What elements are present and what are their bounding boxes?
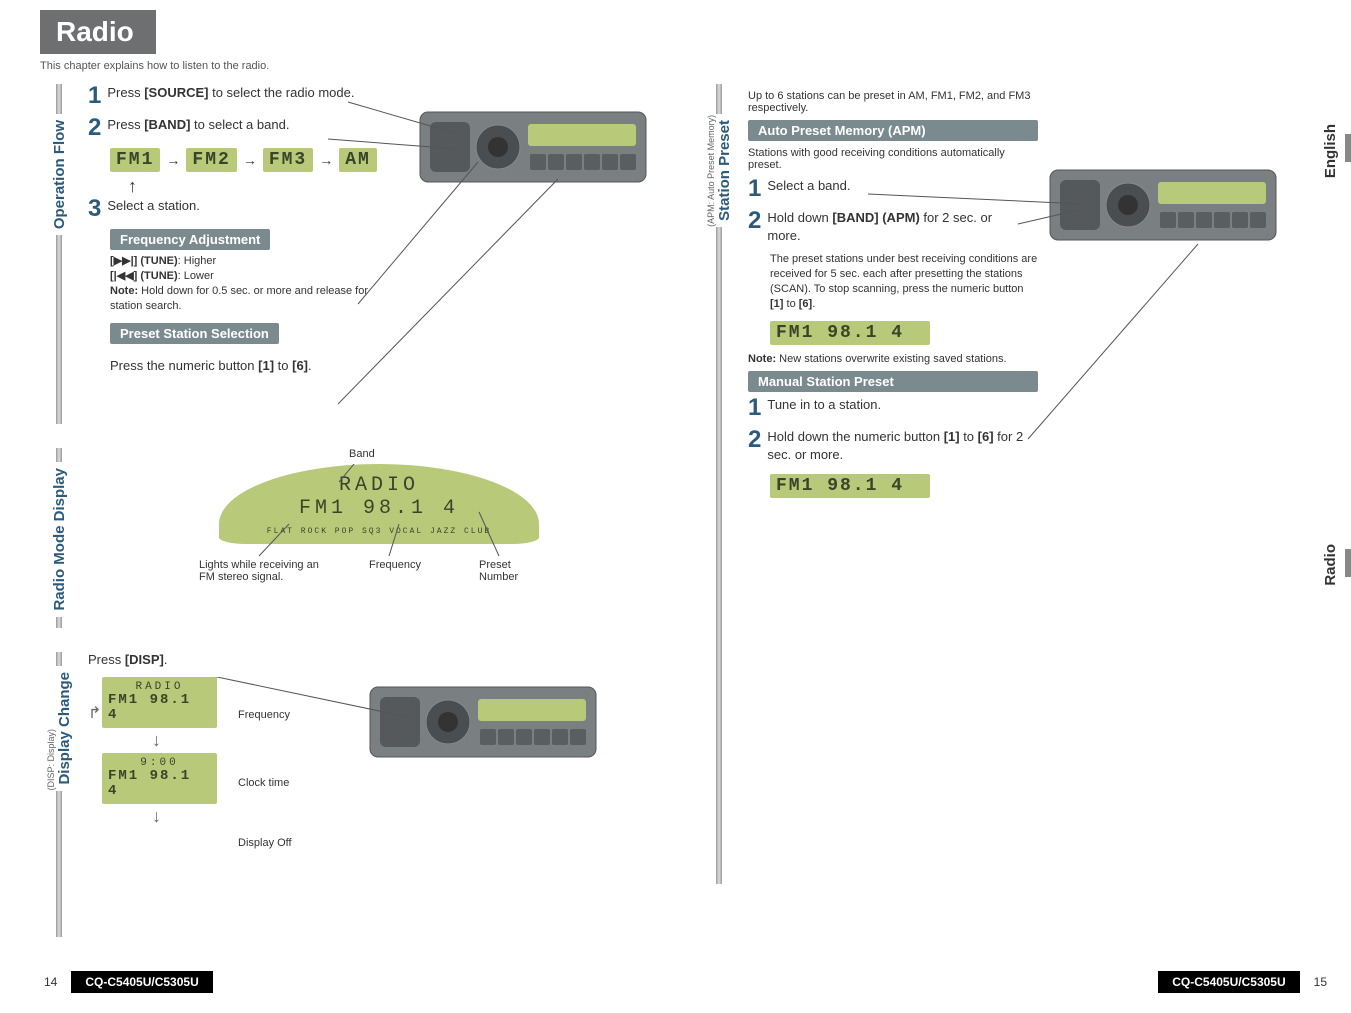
step1-text: Press [SOURCE] to select the radio mode. (107, 84, 354, 102)
step-number: 2 (748, 209, 761, 233)
callout-stereo: Lights while receiving an FM stereo sign… (199, 559, 329, 583)
tab-display-change: Display Change (56, 666, 73, 791)
tab-radio-mode-display: Radio Mode Display (51, 462, 68, 617)
tab-station-preset: Station Preset (716, 114, 733, 227)
band-fm3: FM3 (263, 148, 313, 172)
step-number: 1 (88, 84, 101, 108)
car-stereo-illustration (418, 92, 648, 202)
page-title: Radio (40, 10, 156, 54)
disp-state-frequency: RADIO FM1 98.1 4 (102, 677, 217, 728)
band-fm2: FM2 (186, 148, 236, 172)
tab-display-change-sub: (DISP: Display) (46, 666, 56, 791)
band-fm1: FM1 (110, 148, 160, 172)
page-number-left: 14 (44, 975, 57, 989)
arrow-icon: → (166, 152, 180, 168)
preset-selection-body: Press the numeric button [1] to [6]. (110, 358, 670, 373)
label-frequency: Frequency (238, 709, 290, 721)
apm-step2: Hold down [BAND] (APM) for 2 sec. or mor… (767, 209, 1017, 244)
page-number-right: 15 (1314, 975, 1327, 989)
callout-band: Band (349, 448, 375, 460)
arrow-icon: → (243, 152, 257, 168)
radio-mode-lcd: RADIO FM1 98.1 4 FLAT ROCK POP SQ3 VOCAL… (219, 464, 539, 544)
side-tab-marker (1345, 134, 1351, 162)
callout-frequency: Frequency (369, 559, 421, 571)
apm-intro: Stations with good receiving conditions … (748, 147, 1038, 171)
tab-station-preset-sub: (APM: Auto Preset Memory) (706, 114, 716, 227)
tab-operation-flow: Operation Flow (51, 114, 68, 235)
apm-lcd: FM1 98.1 4 (770, 321, 930, 345)
callout-preset-number: Preset Number (479, 559, 539, 583)
loop-indicator-icon: ↱ (88, 703, 101, 723)
step2-text: Press [BAND] to select a band. (107, 116, 289, 134)
step-number: 2 (88, 116, 101, 140)
press-disp-text: Press [DISP]. (88, 652, 670, 667)
apm-step1: Select a band. (767, 177, 850, 195)
preset-intro: Up to 6 stations can be preset in AM, FM… (748, 90, 1048, 114)
manual-lcd: FM1 98.1 4 (770, 474, 930, 498)
freq-adjustment-head: Frequency Adjustment (110, 229, 270, 250)
side-tab-marker (1345, 549, 1351, 577)
arrow-icon: → (319, 152, 333, 168)
model-badge: CQ-C5405U/C5305U (1158, 971, 1299, 993)
manual-preset-head: Manual Station Preset (748, 371, 1038, 392)
overwrite-note: Note: New stations overwrite existing sa… (748, 353, 1331, 365)
down-arrow-icon: ↓ (152, 806, 670, 827)
disp-state-clock: 9:00 FM1 98.1 4 (102, 753, 217, 804)
step3-text: Select a station. (107, 197, 200, 215)
step-number: 1 (748, 177, 761, 201)
preset-selection-head: Preset Station Selection (110, 323, 279, 344)
side-label-english: English (1322, 124, 1339, 178)
step-number: 1 (748, 396, 761, 420)
band-am: AM (339, 148, 377, 172)
manual-step1: Tune in to a station. (767, 396, 881, 414)
step-number: 2 (748, 428, 761, 452)
car-stereo-illustration (368, 667, 598, 777)
label-display-off: Display Off (238, 837, 292, 849)
manual-step2: Hold down the numeric button [1] to [6] … (767, 428, 1027, 463)
side-label-radio: Radio (1322, 544, 1339, 586)
model-badge: CQ-C5405U/C5305U (71, 971, 212, 993)
apm-scan-note: The preset stations under best receiving… (770, 252, 1040, 311)
apm-head: Auto Preset Memory (APM) (748, 120, 1038, 141)
freq-adj-body: [▶▶|] (TUNE): Higher [|◀◀] (TUNE): Lower… (110, 254, 370, 313)
label-clock: Clock time (238, 777, 289, 789)
intro-text: This chapter explains how to listen to t… (40, 60, 1331, 72)
step-number: 3 (88, 197, 101, 221)
car-stereo-illustration (1048, 150, 1278, 260)
